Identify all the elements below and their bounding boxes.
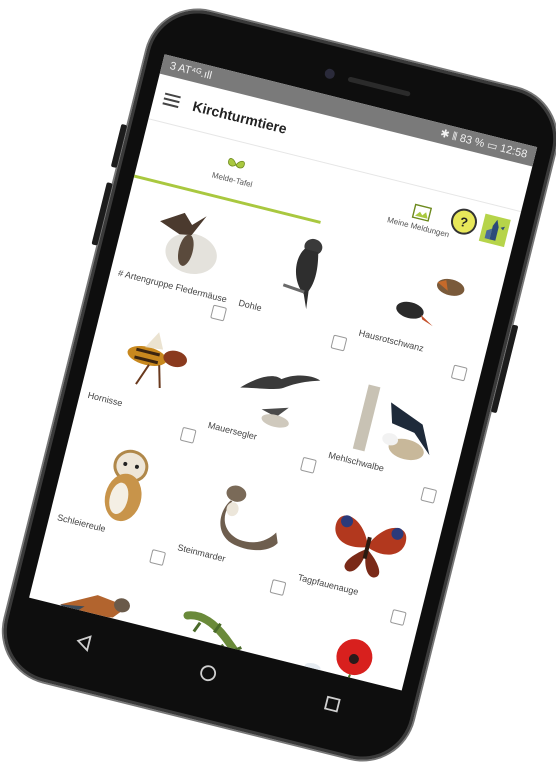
app-screen: 3 AT⁴ᴳ.ıll ✱ ⦀ 83 % ▭ 12:58 Kirchturmtie… bbox=[29, 54, 538, 691]
species-checkbox[interactable] bbox=[330, 334, 348, 352]
species-card[interactable]: Steinmarder bbox=[170, 460, 316, 607]
back-icon[interactable] bbox=[69, 628, 98, 657]
species-card[interactable]: Hausrotschwanz bbox=[351, 245, 497, 392]
volume-down-button bbox=[91, 182, 113, 246]
help-button[interactable]: ? bbox=[448, 205, 480, 238]
power-button bbox=[490, 324, 519, 414]
species-card[interactable]: Hornisse bbox=[80, 307, 226, 454]
tab-melde-tafel-label: Melde-Tafel bbox=[211, 169, 254, 189]
volume-up-button bbox=[110, 123, 128, 169]
recent-apps-icon[interactable] bbox=[318, 690, 347, 719]
butterfly-icon bbox=[224, 154, 247, 174]
species-grid: # Artengruppe Fledermäuse Dohle Hausrots… bbox=[29, 177, 506, 691]
species-card[interactable]: # Artengruppe Fledermäuse bbox=[111, 185, 257, 332]
species-checkbox[interactable] bbox=[269, 579, 287, 597]
hamburger-menu-icon[interactable] bbox=[162, 92, 181, 109]
earpiece-speaker bbox=[347, 76, 411, 97]
app-title: Kirchturmtiere bbox=[191, 97, 289, 137]
species-checkbox[interactable] bbox=[179, 426, 197, 444]
species-checkbox[interactable] bbox=[149, 549, 167, 567]
home-icon[interactable] bbox=[194, 659, 223, 688]
species-card[interactable]: Dohle bbox=[231, 215, 377, 362]
species-checkbox[interactable] bbox=[389, 609, 407, 627]
species-card[interactable]: Mehlschwalbe bbox=[321, 367, 467, 514]
species-card[interactable]: Tagpfauenauge bbox=[290, 490, 436, 637]
species-checkbox[interactable] bbox=[420, 486, 438, 504]
species-card[interactable]: Mauersegler bbox=[200, 337, 346, 484]
gallery-icon bbox=[410, 202, 433, 222]
species-checkbox[interactable] bbox=[450, 364, 468, 382]
species-checkbox[interactable] bbox=[299, 456, 317, 474]
phone-frame: 3 AT⁴ᴳ.ıll ✱ ⦀ 83 % ▭ 12:58 Kirchturmtie… bbox=[0, 0, 556, 771]
front-camera bbox=[323, 67, 336, 80]
species-checkbox[interactable] bbox=[210, 304, 228, 322]
species-card[interactable]: Schleiereule bbox=[50, 430, 196, 577]
